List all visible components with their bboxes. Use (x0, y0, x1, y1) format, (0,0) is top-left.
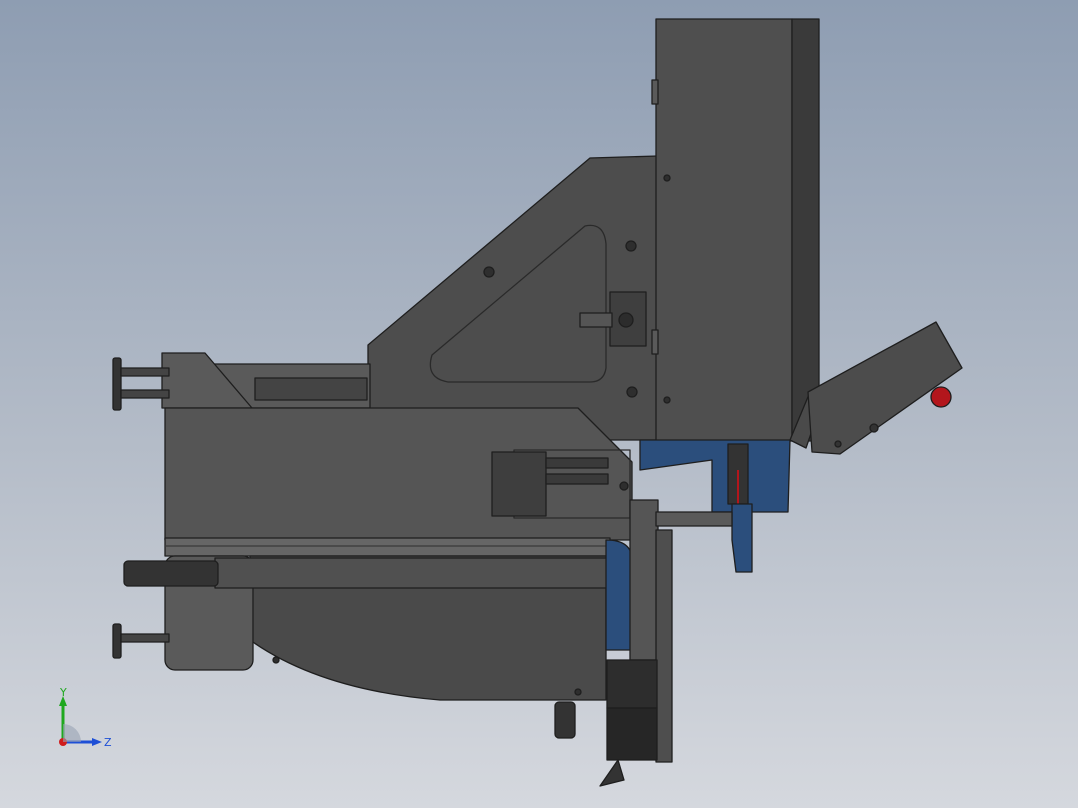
triad-y-label: Y (59, 686, 67, 699)
triad-arc (63, 724, 81, 742)
cabinet-hinge-bottom (651, 329, 659, 355)
machine-model[interactable] (0, 0, 1078, 808)
panel-knob[interactable] (869, 423, 879, 433)
guide-shaft (655, 511, 733, 527)
cylinder-rod (545, 473, 609, 485)
bolt (663, 174, 671, 182)
spindle-bracket (731, 503, 753, 573)
clamp-block (606, 659, 658, 709)
bolt (574, 688, 582, 696)
slide-rail (254, 377, 368, 401)
bolt (619, 481, 629, 491)
cylinder-rod (545, 457, 609, 469)
sensor-fitting (579, 312, 613, 328)
leveling-handwheel-bottom[interactable] (112, 623, 170, 659)
blue-ring-mount (605, 539, 633, 651)
right-post (655, 529, 673, 763)
graphics-viewport[interactable]: Y Z (0, 0, 1078, 808)
guide-rail (164, 537, 611, 557)
horizontal-arm (214, 557, 636, 589)
cabinet-hinge-top (651, 79, 659, 105)
cylinder-block (491, 451, 547, 517)
vertical-post (629, 499, 659, 661)
panel-knob[interactable] (834, 440, 842, 448)
bolt (272, 656, 280, 664)
clamp-lower (606, 707, 658, 761)
bolt (483, 266, 495, 278)
bolt (625, 240, 637, 252)
bolt (663, 396, 671, 404)
spindle-housing (639, 439, 791, 513)
clamp-lever[interactable] (599, 759, 625, 787)
leveling-handwheel-top[interactable] (112, 357, 170, 411)
arm-handle[interactable] (123, 560, 219, 587)
bolt (626, 386, 638, 398)
cabinet-side-panel (791, 18, 820, 442)
reference-triad[interactable]: Y Z (48, 686, 128, 756)
tall-cabinet (655, 18, 793, 442)
emergency-stop-button[interactable] (930, 386, 952, 408)
bottom-knob[interactable] (554, 701, 576, 739)
triad-z-label: Z (104, 736, 112, 749)
triad-z-arrow (92, 738, 102, 746)
